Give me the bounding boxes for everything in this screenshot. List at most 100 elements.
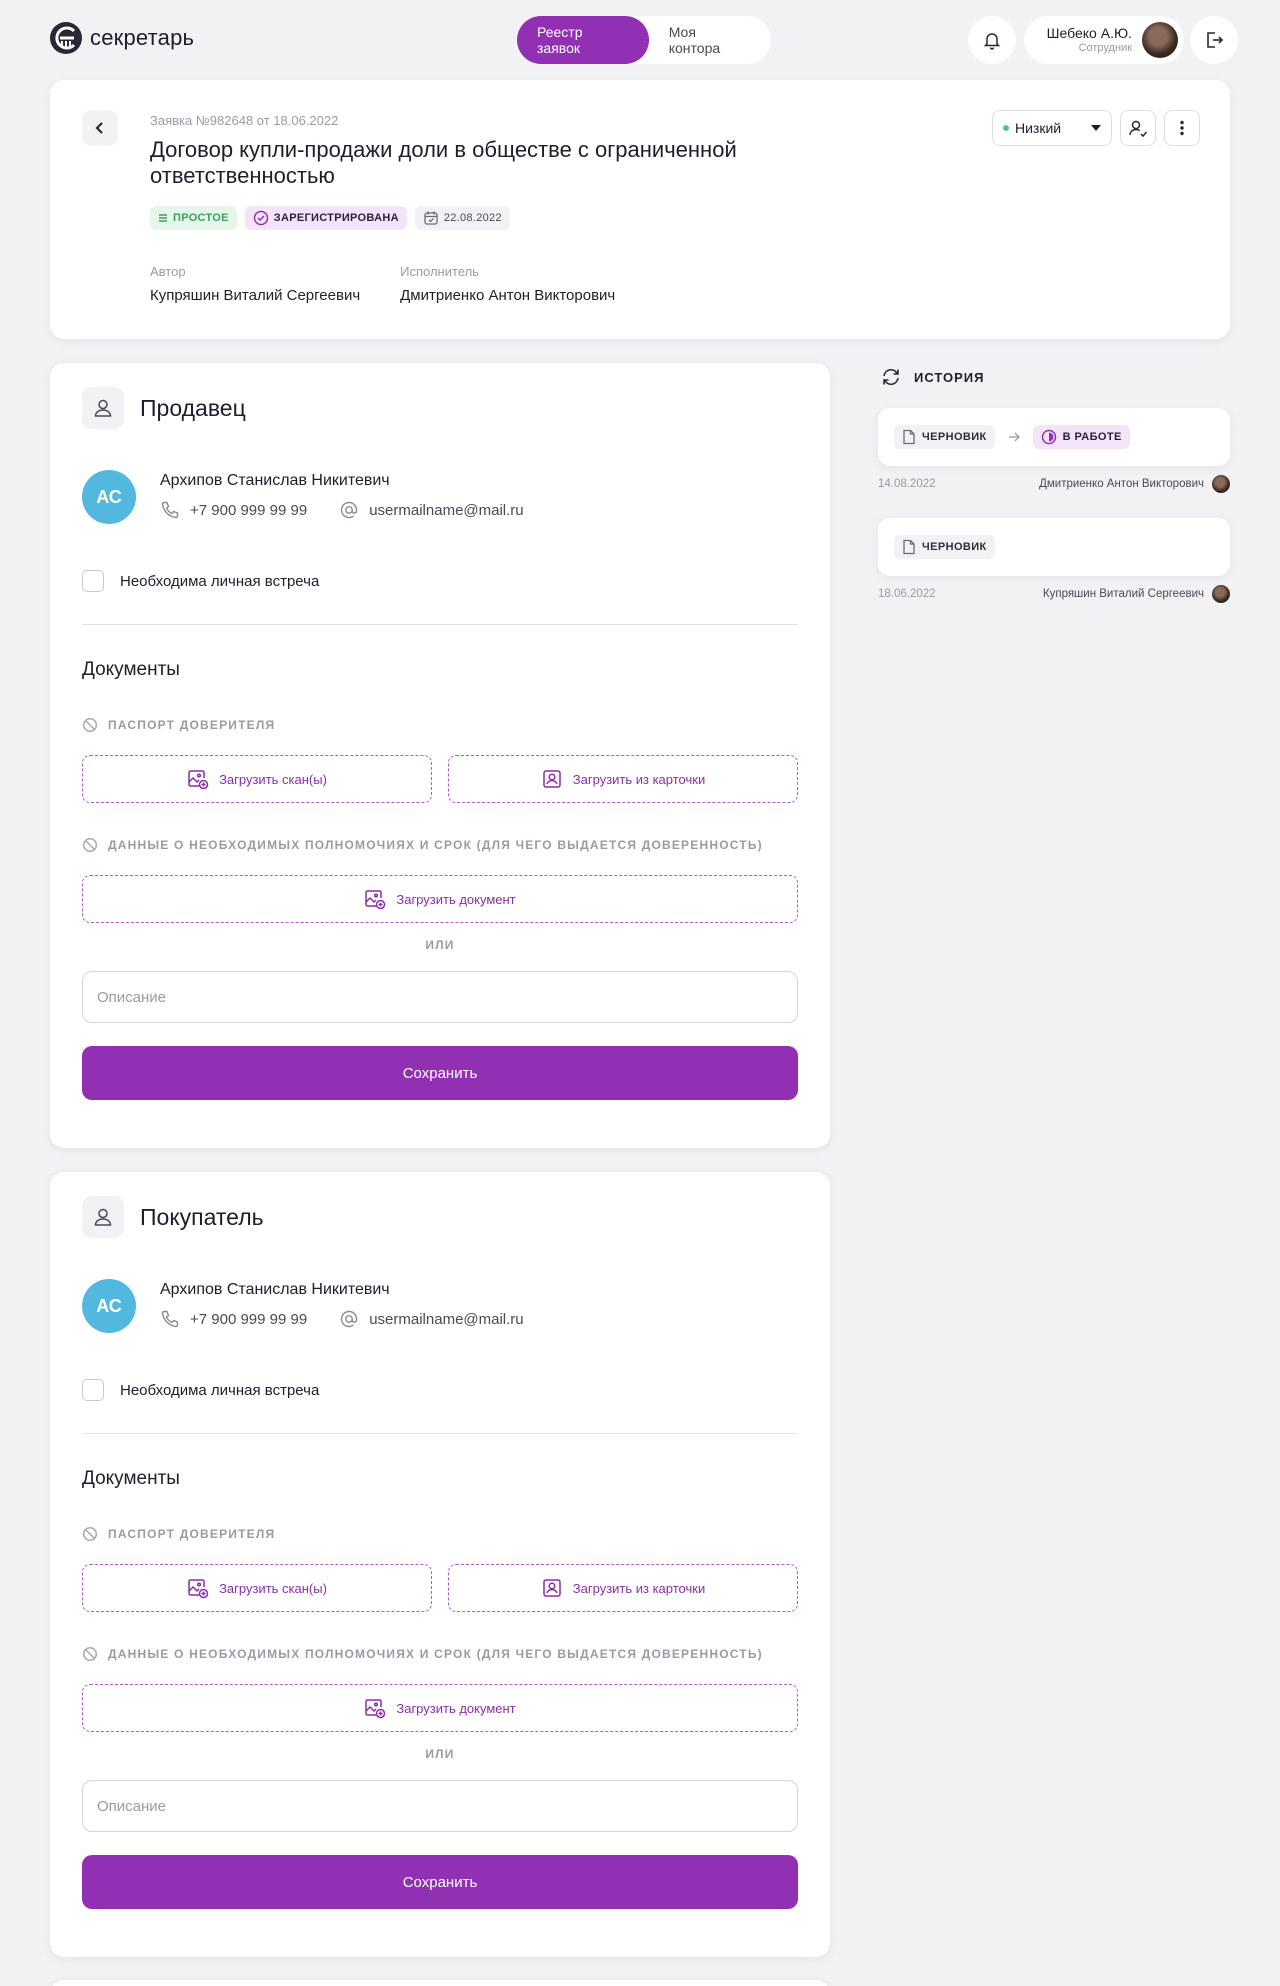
doc-label-powers: ДАННЫЕ О НЕОБХОДИМЫХ ПОЛНОМОЧИЯХ И СРОК … <box>82 1646 763 1662</box>
more-vertical-icon <box>1180 120 1184 136</box>
upload-scans-button[interactable]: Загрузить скан(ы) <box>82 1564 432 1612</box>
upload-from-card-button[interactable]: Загрузить из карточки <box>448 755 798 803</box>
id-card-icon <box>543 1579 561 1597</box>
next-card-partial <box>50 1980 830 1986</box>
person-icon <box>94 1208 112 1226</box>
calendar-icon <box>424 211 438 225</box>
documents-title: Документы <box>82 1468 180 1489</box>
upload-from-card-button[interactable]: Загрузить из карточки <box>448 1564 798 1612</box>
phone-icon <box>161 1310 179 1328</box>
image-upload-icon <box>188 770 209 790</box>
description-input[interactable]: Описание <box>82 971 798 1023</box>
block-icon <box>82 837 98 853</box>
status-from: ЧЕРНОВИК <box>922 541 987 553</box>
at-icon <box>341 1310 358 1328</box>
seller-contact: АС Архипов Станислав Никитевич +7 900 99… <box>82 470 524 524</box>
buyer-title: Покупатель <box>140 1203 264 1230</box>
email-text: usermailname@mail.ru <box>369 1310 524 1328</box>
tab-requests-registry[interactable]: Реестр заявок <box>517 16 649 64</box>
user-menu[interactable]: Шебеко А.Ю. Сотрудник <box>1024 16 1184 64</box>
at-icon <box>341 501 358 519</box>
phone-text: +7 900 999 99 99 <box>190 501 308 519</box>
email-item[interactable]: usermailname@mail.ru <box>339 1309 524 1329</box>
avatar <box>1142 22 1178 58</box>
doc-label-text: ПАСПОРТ ДОВЕРИТЕЛЯ <box>108 1527 276 1541</box>
bell-icon <box>983 33 1001 50</box>
avatar <box>1212 475 1230 493</box>
meeting-label: Необходима личная встреча <box>120 1381 320 1399</box>
date-badge-label: 22.08.2022 <box>443 212 502 224</box>
contact-row: +7 900 999 99 99 usermailname@mail.ru <box>160 500 524 520</box>
image-upload-icon <box>365 890 386 910</box>
more-button[interactable] <box>1164 110 1200 146</box>
request-card: Заявка №982648 от 18.06.2022 Договор куп… <box>50 80 1230 339</box>
contact-info: Архипов Станислав Никитевич +7 900 999 9… <box>160 470 524 524</box>
seller-title: Продавец <box>140 394 246 421</box>
assign-user-button[interactable] <box>1120 110 1156 146</box>
history-meta: 18.06.2022 Купряшин Виталий Сергеевич <box>878 585 1230 603</box>
author-label: Автор <box>150 264 186 279</box>
lines-icon <box>159 214 167 222</box>
seller-header: Продавец <box>82 387 246 429</box>
avatar: АС <box>82 470 136 524</box>
upload-document-button[interactable]: Загрузить документ <box>82 1684 798 1732</box>
history-date: 14.08.2022 <box>878 478 936 490</box>
meeting-checkbox[interactable] <box>82 570 104 592</box>
document-icon <box>903 539 915 555</box>
meeting-option[interactable]: Необходима личная встреча <box>82 570 319 592</box>
request-meta: Заявка №982648 от 18.06.2022 <box>150 113 339 128</box>
status-badge: ЗАРЕГИСТРИРОВАНА <box>244 206 407 230</box>
meeting-checkbox[interactable] <box>82 1379 104 1401</box>
doc-label-text: ПАСПОРТ ДОВЕРИТЕЛЯ <box>108 718 276 732</box>
history-meta: 14.08.2022 Дмитриенко Антон Викторович <box>878 475 1230 493</box>
meeting-option[interactable]: Необходима личная встреча <box>82 1379 319 1401</box>
arrow-right-icon <box>1008 432 1020 442</box>
seller-card: Продавец АС Архипов Станислав Никитевич … <box>50 363 830 1148</box>
logo[interactable]: секретарь <box>48 20 194 56</box>
divider <box>82 624 798 625</box>
documents-title: Документы <box>82 659 180 680</box>
phone-icon <box>161 501 179 519</box>
image-upload-icon <box>188 1579 209 1599</box>
status-badge-draft: ЧЕРНОВИК <box>894 535 995 559</box>
upload-scans-button[interactable]: Загрузить скан(ы) <box>82 755 432 803</box>
priority-select[interactable]: Низкий <box>992 110 1112 146</box>
half-circle-icon <box>1041 429 1056 445</box>
priority-value: Низкий <box>1015 120 1062 136</box>
block-icon <box>82 717 98 733</box>
logout-button[interactable] <box>1190 16 1238 64</box>
avatar <box>1212 585 1230 603</box>
author-name: Купряшин Виталий Сергеевич <box>150 287 361 304</box>
status-to: В РАБОТЕ <box>1062 431 1122 443</box>
user-role: Сотрудник <box>1078 41 1132 54</box>
doc-label-text: ДАННЫЕ О НЕОБХОДИМЫХ ПОЛНОМОЧИЯХ И СРОК … <box>108 1647 763 1661</box>
tab-my-office[interactable]: Моя контора <box>649 16 771 64</box>
status-badge-label: ЗАРЕГИСТРИРОВАНА <box>273 212 399 224</box>
block-icon <box>82 1526 98 1542</box>
upload-document-label: Загрузить документ <box>396 1700 516 1716</box>
contact-info: Архипов Станислав Никитевич +7 900 999 9… <box>160 1279 524 1333</box>
document-icon <box>903 429 915 445</box>
chevron-left-icon <box>95 122 103 134</box>
phone-item[interactable]: +7 900 999 99 99 <box>160 500 307 520</box>
doc-label-passport: ПАСПОРТ ДОВЕРИТЕЛЯ <box>82 717 275 733</box>
upload-scans-label: Загрузить скан(ы) <box>219 1580 327 1596</box>
image-upload-icon <box>365 1699 386 1719</box>
save-button[interactable]: Сохранить <box>82 1855 798 1909</box>
date-badge: 22.08.2022 <box>414 206 510 230</box>
divider <box>82 1433 798 1434</box>
phone-item[interactable]: +7 900 999 99 99 <box>160 1309 307 1329</box>
email-item[interactable]: usermailname@mail.ru <box>339 500 524 520</box>
id-card-icon <box>543 770 561 788</box>
history-date: 18.06.2022 <box>878 588 936 600</box>
person-icon-box <box>82 387 124 429</box>
save-button[interactable]: Сохранить <box>82 1046 798 1100</box>
notifications-button[interactable] <box>968 16 1016 64</box>
description-input[interactable]: Описание <box>82 1780 798 1832</box>
upload-document-button[interactable]: Загрузить документ <box>82 875 798 923</box>
or-separator: ИЛИ <box>425 1747 455 1761</box>
page-title: Договор купли-продажи доли в обществе с … <box>150 137 737 188</box>
upload-from-card-label: Загрузить из карточки <box>572 1580 706 1596</box>
meeting-label: Необходима личная встреча <box>120 572 320 590</box>
back-button[interactable] <box>82 110 118 146</box>
